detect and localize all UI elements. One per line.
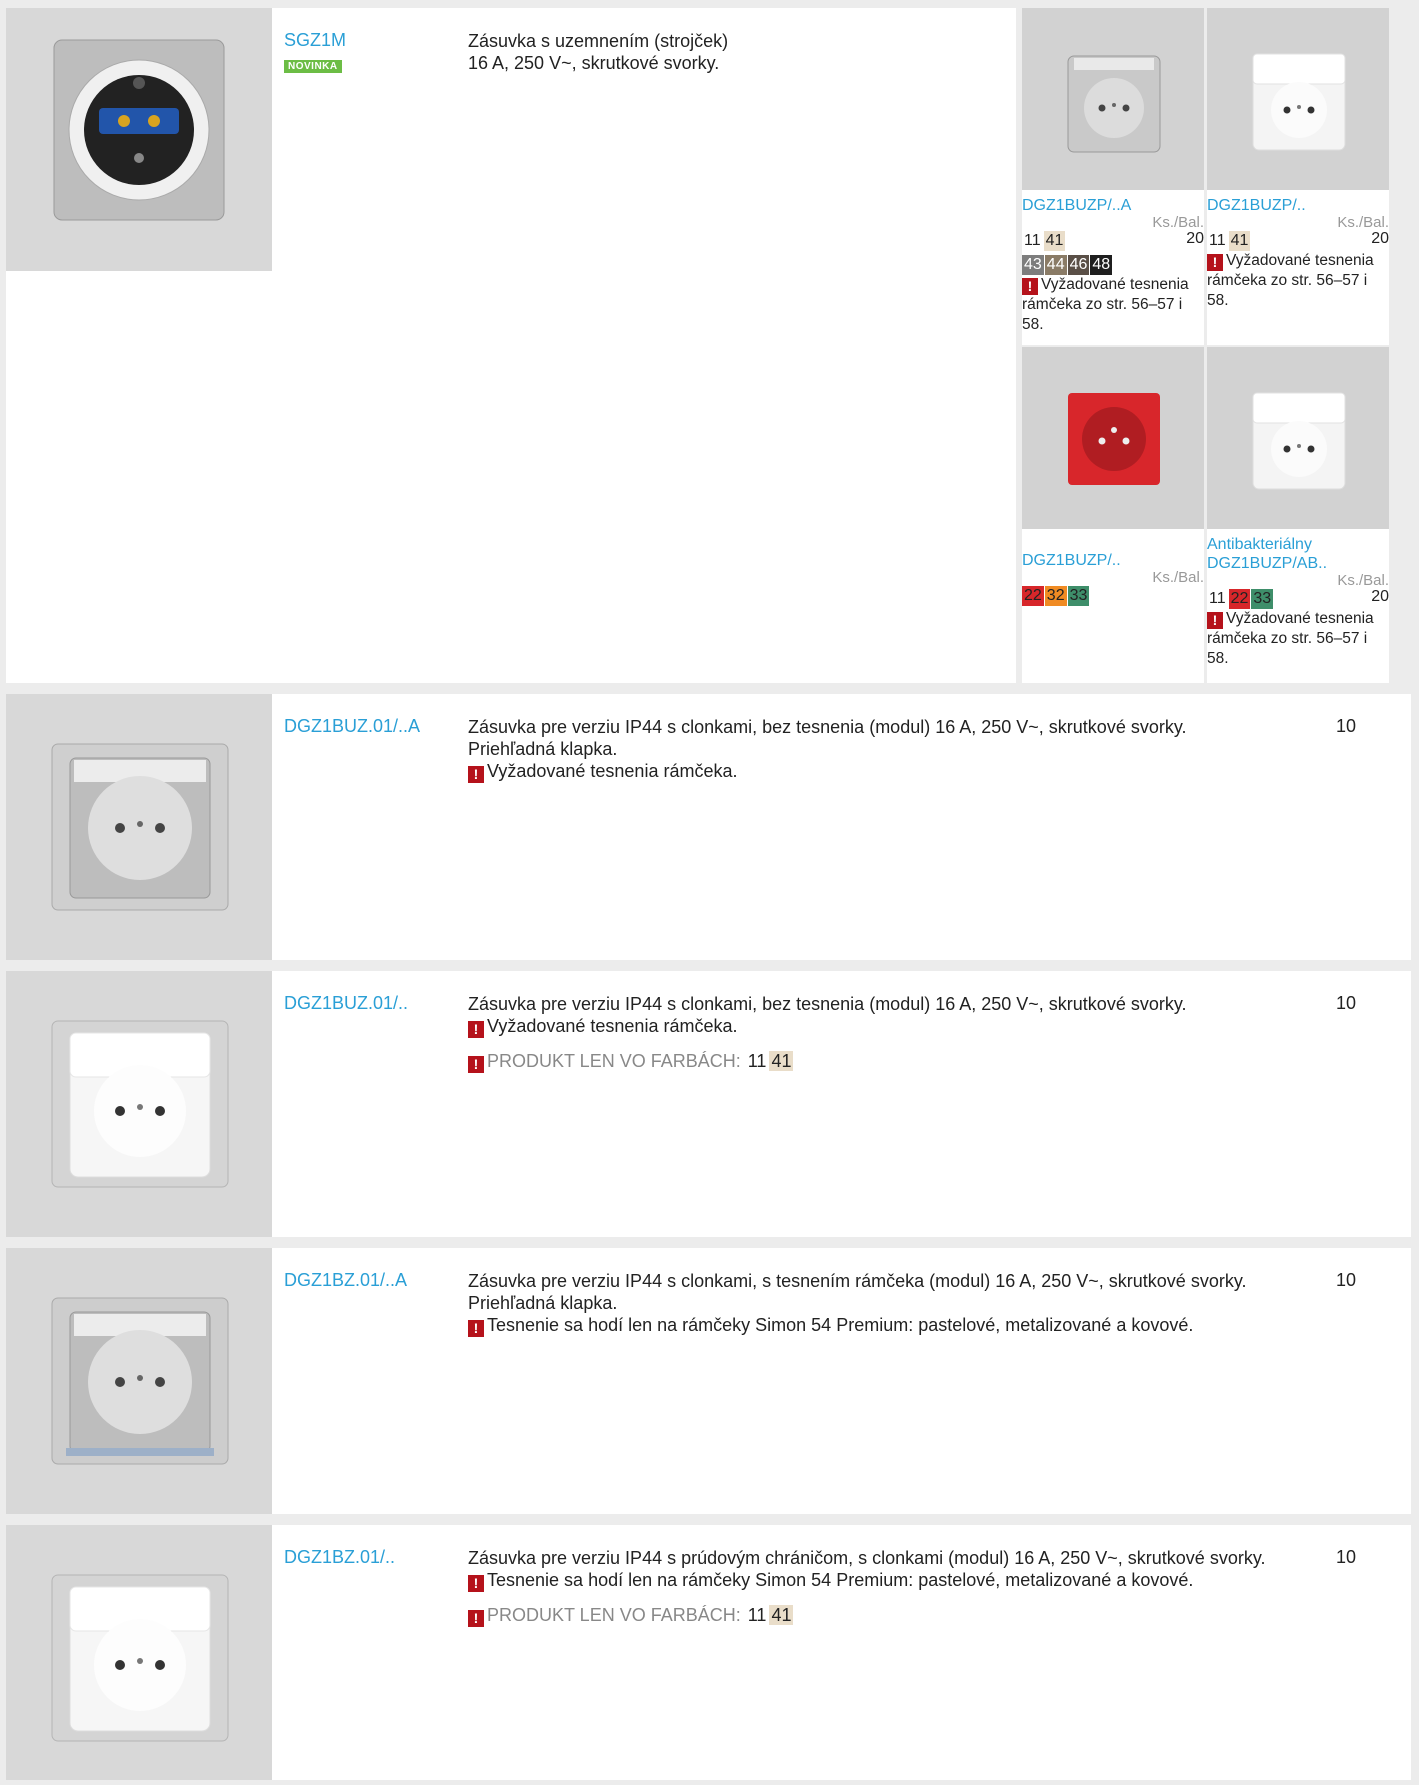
pack-quantity: 20	[1186, 230, 1204, 247]
only-colors-label: PRODUKT LEN VO FARBÁCH:	[487, 1605, 741, 1625]
product-image	[6, 694, 272, 960]
warning-icon: !	[468, 1320, 484, 1337]
pack-quantity: 10	[1336, 1270, 1357, 1290]
socket-white-flap-icon	[51, 1020, 229, 1188]
description-line: Priehľadná klapka.	[468, 739, 618, 759]
description-line: Zásuvka pre verziu IP44 s clonkami, s te…	[468, 1271, 1247, 1291]
pack-label: Ks./Bal.	[1152, 569, 1204, 586]
warning-icon: !	[468, 1610, 484, 1627]
product-description: Zásuvka pre verziu IP44 s clonkami, bez …	[468, 993, 1328, 1073]
socket-white-flap-icon	[51, 1574, 229, 1742]
variant-code[interactable]: DGZ1BUZP/..	[1022, 551, 1204, 570]
product-row-dgz1buz01: DGZ1BUZ.01/.. Zásuvka pre verziu IP44 s …	[6, 971, 1411, 1237]
description-line: Zásuvka pre verziu IP44 s clonkami, bez …	[468, 994, 1187, 1014]
warning-text: Tesnenie sa hodí len na rámčeky Simon 54…	[487, 1570, 1194, 1590]
color-swatch: 11	[745, 1605, 769, 1625]
color-swatch: 41	[1043, 231, 1066, 251]
color-swatch: 41	[1228, 231, 1251, 251]
pack-label: Ks./Bal.	[1152, 214, 1204, 231]
product-image	[6, 971, 272, 1237]
description-line: Priehľadná klapka.	[468, 1293, 618, 1313]
socket-red-icon	[1068, 393, 1160, 485]
color-swatch: 44	[1044, 255, 1067, 275]
product-code[interactable]: SGZ1M	[284, 30, 346, 51]
socket-clear-flap-icon	[51, 743, 229, 911]
product-code[interactable]: DGZ1BUZ.01/..A	[284, 716, 420, 737]
variant-tile: DGZ1BUZP/.. Ks./Bal. 22 32 33	[1022, 347, 1204, 683]
variant-tile: DGZ1BUZP/..A Ks./Bal. 20 11 41 43 44 46 48 !…	[1022, 8, 1204, 345]
pack-quantity: 20	[1371, 230, 1389, 247]
variant-tile: Antibakteriálny DGZ1BUZP/AB.. Ks./Bal. 2…	[1207, 347, 1389, 683]
warning-text: Tesnenie sa hodí len na rámčeky Simon 54…	[487, 1315, 1194, 1335]
socket-clear-flap-icon	[51, 1297, 229, 1465]
color-swatch: 43	[1022, 255, 1044, 275]
product-code[interactable]: DGZ1BZ.01/..A	[284, 1270, 407, 1291]
warning-icon: !	[1207, 612, 1223, 629]
socket-mechanism-icon	[53, 39, 225, 221]
new-badge: NOVINKA	[284, 60, 342, 73]
color-swatch: 33	[1067, 586, 1090, 606]
product-description: Zásuvka pre verziu IP44 s prúdovým chrán…	[468, 1547, 1328, 1627]
color-swatch: 46	[1067, 255, 1090, 275]
color-swatch: 41	[769, 1051, 794, 1071]
variant-image	[1207, 347, 1389, 529]
pack-quantity: 10	[1336, 993, 1357, 1013]
pack-label: Ks./Bal.	[1337, 214, 1389, 231]
product-image-mechanism	[6, 8, 272, 271]
warning-icon: !	[1207, 254, 1223, 271]
warning-icon: !	[468, 766, 484, 783]
variant-note: Vyžadované tesnenia rámčeka zo str. 56–5…	[1022, 276, 1189, 333]
variant-image	[1022, 347, 1204, 529]
color-swatch: 32	[1044, 586, 1067, 606]
warning-text: Vyžadované tesnenia rámčeka.	[487, 761, 738, 781]
product-code[interactable]: DGZ1BUZ.01/..	[284, 993, 408, 1014]
product-row-dgz1buz01a: DGZ1BUZ.01/..A Zásuvka pre verziu IP44 s…	[6, 694, 1411, 960]
color-swatch: 33	[1251, 589, 1274, 609]
product-row-sgz1m: SGZ1M NOVINKA Zásuvka s uzemnením (stroj…	[6, 8, 1411, 683]
color-swatch: 22	[1228, 589, 1251, 609]
socket-white-flap-icon	[1252, 53, 1346, 151]
variant-code-prefix[interactable]: Antibakteriálny	[1207, 535, 1389, 554]
variant-image	[1022, 8, 1204, 190]
warning-icon: !	[468, 1575, 484, 1592]
variant-code[interactable]: DGZ1BUZP/..	[1207, 196, 1389, 215]
color-swatch: 22	[1022, 586, 1044, 606]
product-code[interactable]: DGZ1BZ.01/..	[284, 1547, 395, 1568]
color-swatch: 41	[769, 1605, 794, 1625]
product-description: Zásuvka pre verziu IP44 s clonkami, bez …	[468, 716, 1328, 783]
warning-icon: !	[1022, 278, 1038, 295]
description-line: Zásuvka pre verziu IP44 s prúdovým chrán…	[468, 1548, 1266, 1568]
warning-icon: !	[468, 1056, 484, 1073]
variant-note: Vyžadované tesnenia rámčeka zo str. 56–5…	[1207, 610, 1374, 667]
product-image	[6, 1525, 272, 1780]
pack-quantity: 20	[1371, 588, 1389, 605]
product-description: Zásuvka pre verziu IP44 s clonkami, s te…	[468, 1270, 1328, 1337]
only-colors-label: PRODUKT LEN VO FARBÁCH:	[487, 1051, 741, 1071]
color-swatch: 48	[1090, 255, 1113, 275]
socket-white-flap-icon	[1252, 392, 1346, 490]
color-swatch: 11	[1207, 231, 1228, 251]
pack-label: Ks./Bal.	[1337, 572, 1389, 589]
variant-code[interactable]: DGZ1BUZP/..A	[1022, 196, 1204, 215]
color-swatch: 11	[1207, 589, 1228, 609]
pack-quantity: 10	[1336, 1547, 1357, 1567]
color-swatch: 11	[745, 1051, 769, 1071]
socket-clear-flap-icon	[1067, 55, 1161, 153]
variant-note: Vyžadované tesnenia rámčeka zo str. 56–5…	[1207, 252, 1374, 309]
product-image	[6, 1248, 272, 1514]
warning-icon: !	[468, 1021, 484, 1038]
product-row-dgz1bz01: DGZ1BZ.01/.. Zásuvka pre verziu IP44 s p…	[6, 1525, 1411, 1780]
variant-code[interactable]: DGZ1BUZP/AB..	[1207, 554, 1389, 573]
description-line: Zásuvka pre verziu IP44 s clonkami, bez …	[468, 717, 1187, 737]
warning-text: Vyžadované tesnenia rámčeka.	[487, 1016, 738, 1036]
variant-tile: DGZ1BUZP/.. Ks./Bal. 20 11 41 ! Vyžadované…	[1207, 8, 1389, 345]
variants-panel: DGZ1BUZP/..A Ks./Bal. 20 11 41 43 44 46 48 !…	[1016, 8, 1411, 683]
pack-quantity: 10	[1336, 716, 1357, 736]
product-row-dgz1bz01a: DGZ1BZ.01/..A Zásuvka pre verziu IP44 s …	[6, 1248, 1411, 1514]
variant-image	[1207, 8, 1389, 190]
color-swatch: 11	[1022, 231, 1043, 251]
